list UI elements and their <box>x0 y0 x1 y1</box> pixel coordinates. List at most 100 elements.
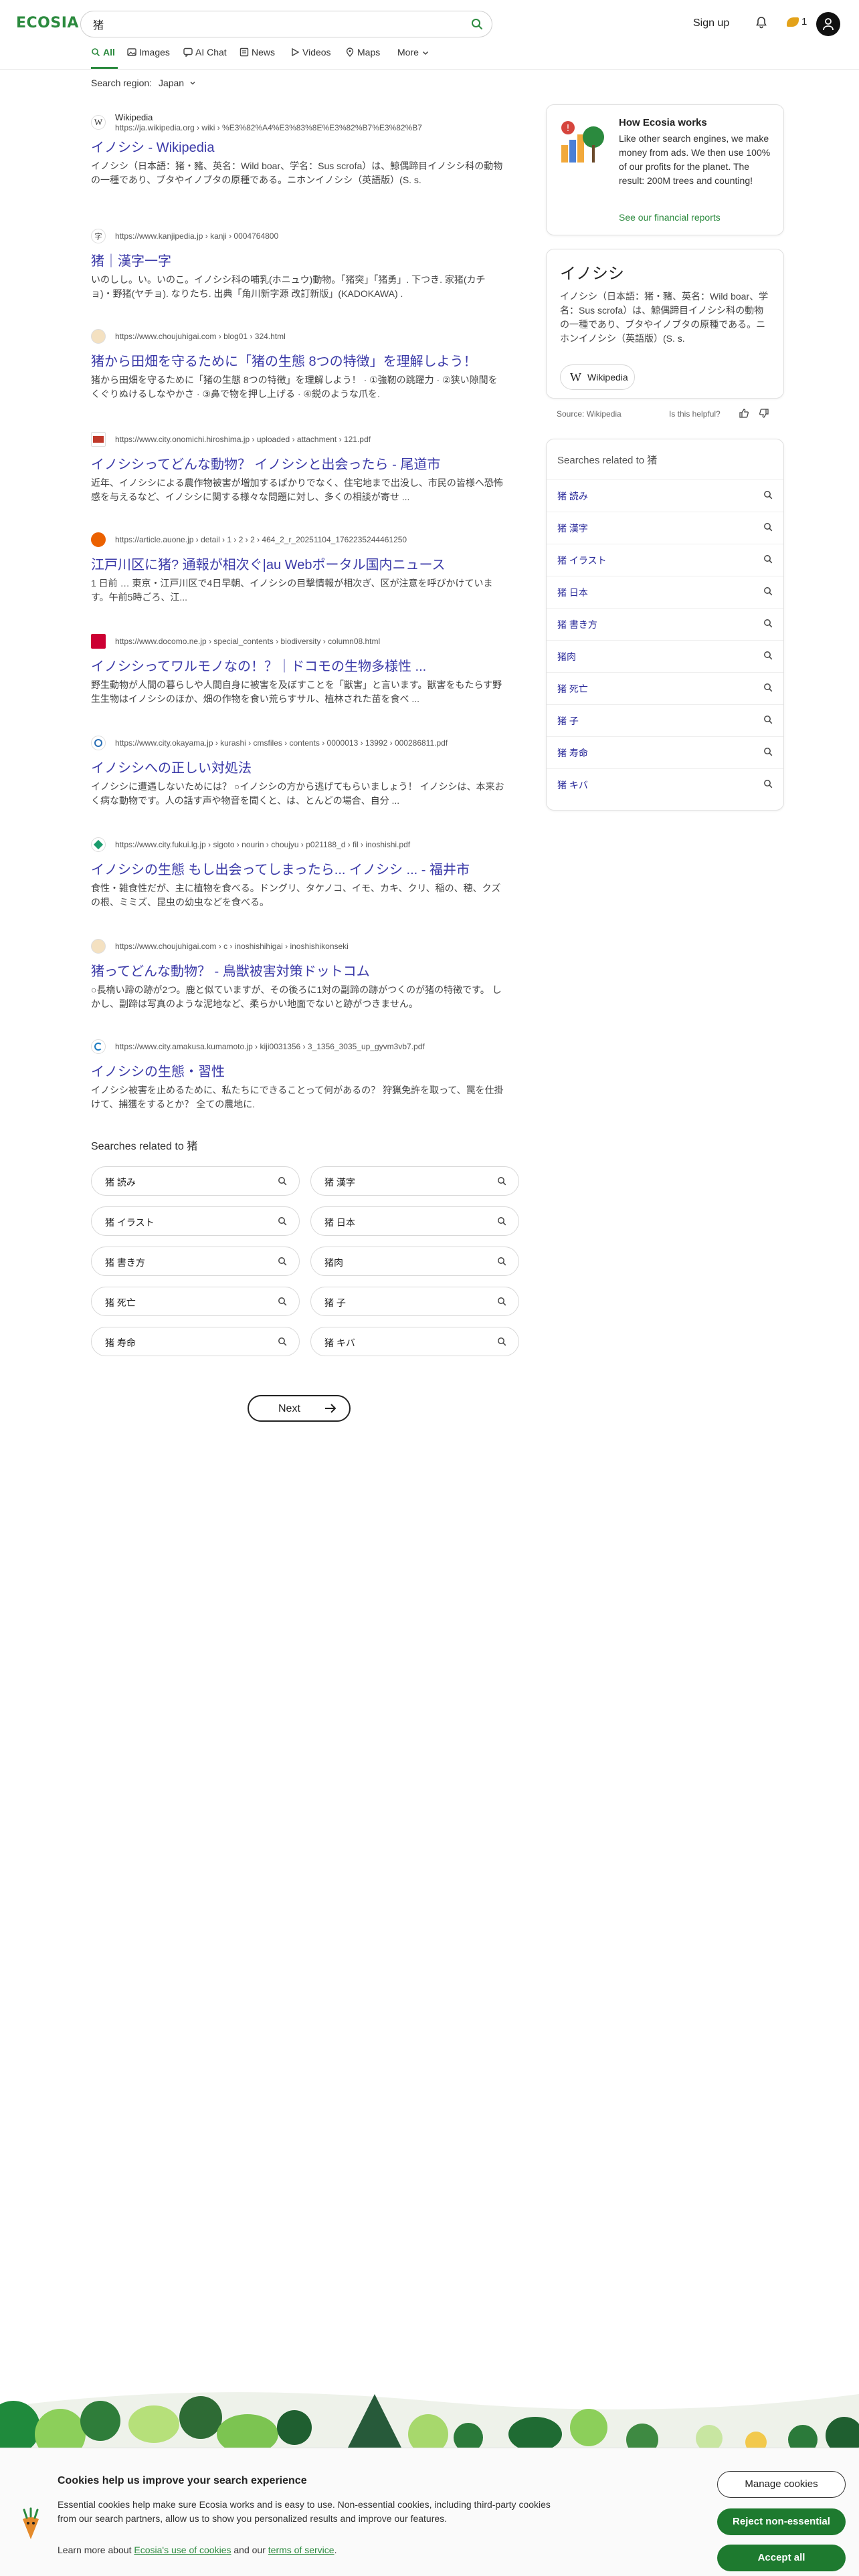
related-search-item[interactable]: 猪 死亡 <box>547 672 783 704</box>
result-source[interactable]: https://www.city.amakusa.kumamoto.jp › k… <box>91 1037 506 1058</box>
tab-all[interactable]: All <box>91 47 115 58</box>
related-search-item[interactable]: 猪 読み <box>547 479 783 512</box>
result-url: https://article.auone.jp › detail › 1 › … <box>115 535 407 544</box>
result-title-link[interactable]: 猪｜漢字一字 <box>91 253 506 270</box>
seed-counter[interactable]: 1 <box>787 16 807 27</box>
related-search-label: 猪 漢字 <box>557 523 588 534</box>
tab-maps[interactable]: Maps <box>345 47 380 58</box>
related-search-pill[interactable]: 猪 死亡 <box>91 1287 300 1316</box>
result-title-link[interactable]: 猪ってどんな動物？ - 鳥獣被害対策ドットコム <box>91 963 506 980</box>
related-search-pill[interactable]: 猪 読み <box>91 1166 300 1196</box>
result-source[interactable]: https://www.city.okayama.jp › kurashi › … <box>91 733 506 754</box>
result-url: https://www.city.onomichi.hiroshima.jp ›… <box>115 435 371 444</box>
related-search-pill[interactable]: 猪 寿命 <box>91 1327 300 1356</box>
result-title-link[interactable]: イノシシってどんな動物？ イノシシと出会ったら - 尾道市 <box>91 456 506 473</box>
search-icon <box>498 1337 506 1346</box>
related-search-item[interactable]: 猪 イラスト <box>547 544 783 576</box>
related-search-pill[interactable]: 猪肉 <box>310 1247 519 1276</box>
search-result: 字 https://www.kanjipedia.jp › kanji › 00… <box>91 226 506 301</box>
search-icon <box>498 1217 506 1226</box>
related-searches-heading: Searches related to 猪 <box>557 455 658 466</box>
search-icon <box>92 48 100 57</box>
tree-growth-illustration: ! <box>561 121 604 163</box>
related-search-pill[interactable]: 猪 子 <box>310 1287 519 1316</box>
play-icon <box>292 47 300 57</box>
manage-cookies-button[interactable]: Manage cookies <box>717 2471 846 2498</box>
search-icon[interactable] <box>470 17 484 31</box>
result-source[interactable]: https://www.city.onomichi.hiroshima.jp ›… <box>91 429 506 451</box>
next-page-button[interactable]: Next <box>248 1395 351 1422</box>
search-bar[interactable] <box>80 11 492 37</box>
related-search-label: 猪 イラスト <box>105 1217 155 1228</box>
search-region-selector[interactable]: Search region: Japan <box>91 78 196 88</box>
result-title-link[interactable]: 江戸川区に猪? 通報が相次ぐ|au Webポータル国内ニュース <box>91 556 506 574</box>
wikipedia-button[interactable]: W Wikipedia <box>560 364 635 390</box>
search-icon <box>764 716 773 724</box>
thumbs-down-icon[interactable] <box>759 408 769 419</box>
result-title-link[interactable]: イノシシへの正しい対処法 <box>91 760 506 777</box>
related-search-item[interactable]: 猪 日本 <box>547 576 783 608</box>
related-search-pill[interactable]: 猪 漢字 <box>310 1166 519 1196</box>
tab-label: Images <box>139 47 170 58</box>
related-search-pill[interactable]: 猪 日本 <box>310 1206 519 1236</box>
related-search-item[interactable]: 猪肉 <box>547 640 783 672</box>
result-title-link[interactable]: イノシシの生態・習性 <box>91 1063 506 1081</box>
related-search-pill[interactable]: 猪 イラスト <box>91 1206 300 1236</box>
fukui-favicon-icon <box>91 837 106 852</box>
avatar[interactable] <box>816 12 840 36</box>
result-title-link[interactable]: イノシシってワルモノなの！？｜ドコモの生物多様性 ... <box>91 658 506 675</box>
related-search-label: 猪 死亡 <box>557 683 588 694</box>
terms-of-service-link[interactable]: terms of service <box>268 2545 335 2555</box>
result-title-link[interactable]: イノシシの生態 もし出会ってしまったら... イノシシ ... - 福井市 <box>91 861 506 879</box>
cookie-policy-link[interactable]: Ecosia's use of cookies <box>134 2545 231 2555</box>
signup-link[interactable]: Sign up <box>693 17 729 29</box>
result-source[interactable]: https://www.choujuhigai.com › blog01 › 3… <box>91 326 506 348</box>
ecosia-logo[interactable]: ECOSIA <box>16 15 79 31</box>
related-searches-sidebar: Searches related to 猪 猪 読み 猪 漢字 猪 イラスト 猪… <box>546 439 784 811</box>
related-search-pill[interactable]: 猪 書き方 <box>91 1247 300 1276</box>
tab-videos[interactable]: Videos <box>290 47 331 58</box>
result-title-link[interactable]: イノシシ - Wikipedia <box>91 139 506 156</box>
region-label: Search region: <box>91 78 153 88</box>
search-icon <box>498 1297 506 1306</box>
result-source[interactable]: https://www.city.fukui.lg.jp › sigoto › … <box>91 835 506 856</box>
search-input[interactable] <box>93 17 454 31</box>
cookie-banner: Cookies help us improve your search expe… <box>0 2448 859 2576</box>
chevron-down-icon <box>190 82 195 85</box>
result-source[interactable]: https://www.choujuhigai.com › c › inoshi… <box>91 936 506 958</box>
tab-label: All <box>103 47 115 58</box>
reject-non-essential-button[interactable]: Reject non-essential <box>717 2508 846 2535</box>
knowledge-panel-title: イノシシ <box>560 265 624 283</box>
related-search-label: 猪 日本 <box>557 587 588 598</box>
related-search-pill[interactable]: 猪 キバ <box>310 1327 519 1356</box>
tab-label: More <box>397 47 419 58</box>
related-search-item[interactable]: 猪 漢字 <box>547 512 783 544</box>
related-search-item[interactable]: 猪 子 <box>547 704 783 736</box>
result-title-link[interactable]: 猪から田畑を守るために「猪の生態 8つの特徴」を理解しよう！ <box>91 353 506 370</box>
next-label: Next <box>278 1403 300 1414</box>
thumbs-up-icon[interactable] <box>739 408 749 419</box>
search-icon <box>764 683 773 692</box>
result-source[interactable]: https://article.auone.jp › detail › 1 › … <box>91 530 506 551</box>
result-source[interactable]: W Wikipedia https://ja.wikipedia.org › w… <box>91 112 506 134</box>
related-search-item[interactable]: 猪 書き方 <box>547 608 783 640</box>
related-search-item[interactable]: 猪 寿命 <box>547 736 783 768</box>
related-search-item[interactable]: 猪 キバ <box>547 768 783 800</box>
tab-ai-chat[interactable]: AI Chat <box>183 47 227 58</box>
search-result: W Wikipedia https://ja.wikipedia.org › w… <box>91 112 506 187</box>
search-icon <box>278 1257 287 1266</box>
search-icon <box>764 651 773 660</box>
search-icon <box>498 1177 506 1186</box>
result-source[interactable]: 字 https://www.kanjipedia.jp › kanji › 00… <box>91 226 506 247</box>
how-ecosia-works-card: ! How Ecosia works Like other search eng… <box>546 104 784 235</box>
result-url: https://www.docomo.ne.jp › special_conte… <box>115 637 381 646</box>
accept-all-button[interactable]: Accept all <box>717 2545 846 2571</box>
result-source[interactable]: https://www.docomo.ne.jp › special_conte… <box>91 631 506 653</box>
choujuhigai-favicon-icon <box>91 939 106 954</box>
tab-images[interactable]: Images <box>127 47 170 58</box>
financial-reports-link[interactable]: See our financial reports <box>619 212 721 223</box>
tab-more[interactable]: More <box>397 47 430 58</box>
result-url: https://www.choujuhigai.com › c › inoshi… <box>115 942 349 951</box>
tab-news[interactable]: News <box>240 47 275 58</box>
bell-icon[interactable] <box>755 16 768 29</box>
